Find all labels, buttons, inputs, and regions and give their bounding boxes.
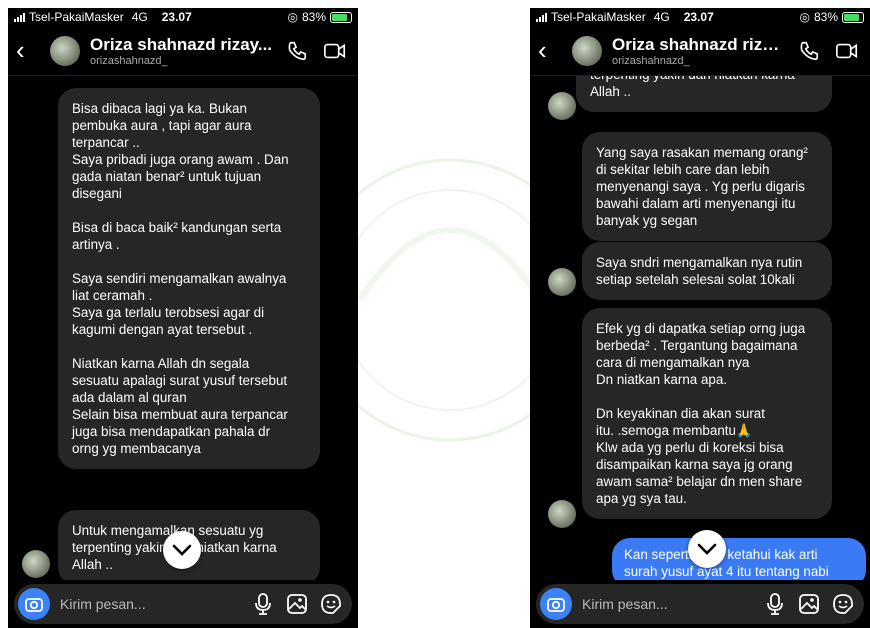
message-list[interactable]: Bisa dibaca lagi ya ka. Bukan pembuka au…: [8, 76, 358, 580]
back-icon[interactable]: ‹: [538, 35, 564, 66]
gallery-icon[interactable]: [796, 591, 822, 617]
status-time: 23.07: [683, 10, 714, 24]
chat-header: ‹ Oriza shahnazd rizay... orizashahnazd_: [530, 26, 870, 76]
carrier-name: Tsel-PakaiMasker: [551, 10, 646, 24]
message-input[interactable]: Kirim pesan...: [60, 596, 242, 612]
message-bubble[interactable]: Efek yg di dapatka setiap orng juga berb…: [582, 308, 832, 519]
contact-username: orizashahnazd_: [90, 54, 168, 67]
message-row: Efek yg di dapatka setiap orng juga berb…: [582, 308, 832, 519]
battery-icon: [330, 11, 352, 23]
location-icon: ◎: [799, 10, 810, 24]
gallery-icon[interactable]: [284, 591, 310, 617]
chat-header: ‹ Oriza shahnazd rizay... orizashahnazd_: [8, 26, 358, 76]
battery-percent: 83%: [301, 10, 326, 24]
sender-avatar[interactable]: [548, 500, 576, 528]
chevron-down-icon: [172, 544, 192, 556]
phone-call-icon[interactable]: [794, 36, 824, 66]
contact-name: Oriza shahnazd rizay...: [90, 34, 273, 54]
sender-avatar[interactable]: [548, 268, 576, 296]
status-time: 23.07: [161, 10, 192, 24]
signal-icon: [14, 12, 25, 22]
message-row: Saya sndri mengamalkan nya rutin setiap …: [582, 242, 832, 300]
scroll-down-button[interactable]: [688, 530, 726, 568]
message-row: Kan seperti yg kt ketahui kak arti surah…: [612, 538, 866, 580]
battery-icon: [842, 11, 864, 23]
video-call-icon[interactable]: [320, 36, 350, 66]
network-type: 4G: [131, 10, 148, 24]
message-composer[interactable]: Kirim pesan...: [14, 584, 352, 624]
contact-name: Oriza shahnazd rizay...: [612, 34, 786, 54]
contact-info[interactable]: Oriza shahnazd rizay... orizashahnazd_: [90, 35, 274, 67]
message-input[interactable]: Kirim pesan...: [582, 596, 754, 612]
signal-icon: [536, 12, 547, 22]
scroll-down-button[interactable]: [163, 531, 201, 569]
sender-avatar[interactable]: [548, 92, 576, 120]
sticker-icon[interactable]: [318, 591, 344, 617]
message-bubble[interactable]: Bisa dibaca lagi ya ka. Bukan pembuka au…: [58, 88, 320, 469]
contact-info[interactable]: Oriza shahnazd rizay... orizashahnazd_: [612, 35, 786, 67]
message-row: Yang saya rasakan memang orang² di sekit…: [582, 132, 832, 241]
chevron-down-icon: [697, 543, 717, 555]
message-row: terpenting yakin dan niatkan karna Allah…: [576, 76, 832, 112]
location-icon: ◎: [287, 10, 298, 24]
message-bubble-outgoing[interactable]: Kan seperti yg kt ketahui kak arti surah…: [612, 538, 866, 580]
back-icon[interactable]: ‹: [16, 35, 42, 66]
battery-percent: 83%: [813, 10, 838, 24]
phone-call-icon[interactable]: [282, 36, 312, 66]
message-bubble[interactable]: terpenting yakin dan niatkan karna Allah…: [576, 76, 832, 112]
avatar[interactable]: [50, 35, 80, 66]
phone-screen-left: Tsel-PakaiMasker 4G 23.07 ◎ 83% ‹ Oriza …: [8, 8, 358, 628]
microphone-icon[interactable]: [250, 591, 276, 617]
phone-screen-right: Tsel-PakaiMasker 4G 23.07 ◎ 83% ‹ Oriza …: [530, 8, 870, 628]
sticker-icon[interactable]: [830, 591, 856, 617]
camera-icon: [547, 598, 565, 612]
sender-avatar[interactable]: [22, 550, 50, 578]
microphone-icon[interactable]: [762, 591, 788, 617]
network-type: 4G: [653, 10, 670, 24]
message-composer[interactable]: Kirim pesan...: [536, 584, 864, 624]
camera-button[interactable]: [540, 588, 572, 620]
status-bar: Tsel-PakaiMasker 4G 23.07 ◎ 83%: [8, 8, 358, 26]
carrier-name: Tsel-PakaiMasker: [29, 10, 124, 24]
video-call-icon[interactable]: [832, 36, 862, 66]
message-row: Bisa dibaca lagi ya ka. Bukan pembuka au…: [58, 88, 320, 469]
message-list[interactable]: terpenting yakin dan niatkan karna Allah…: [530, 76, 870, 580]
avatar[interactable]: [572, 35, 602, 66]
contact-username: orizashahnazd_: [612, 54, 690, 67]
camera-button[interactable]: [18, 588, 50, 620]
camera-icon: [25, 598, 43, 612]
message-bubble[interactable]: Yang saya rasakan memang orang² di sekit…: [582, 132, 832, 241]
status-bar: Tsel-PakaiMasker 4G 23.07 ◎ 83%: [530, 8, 870, 26]
message-bubble[interactable]: Saya sndri mengamalkan nya rutin setiap …: [582, 242, 832, 300]
